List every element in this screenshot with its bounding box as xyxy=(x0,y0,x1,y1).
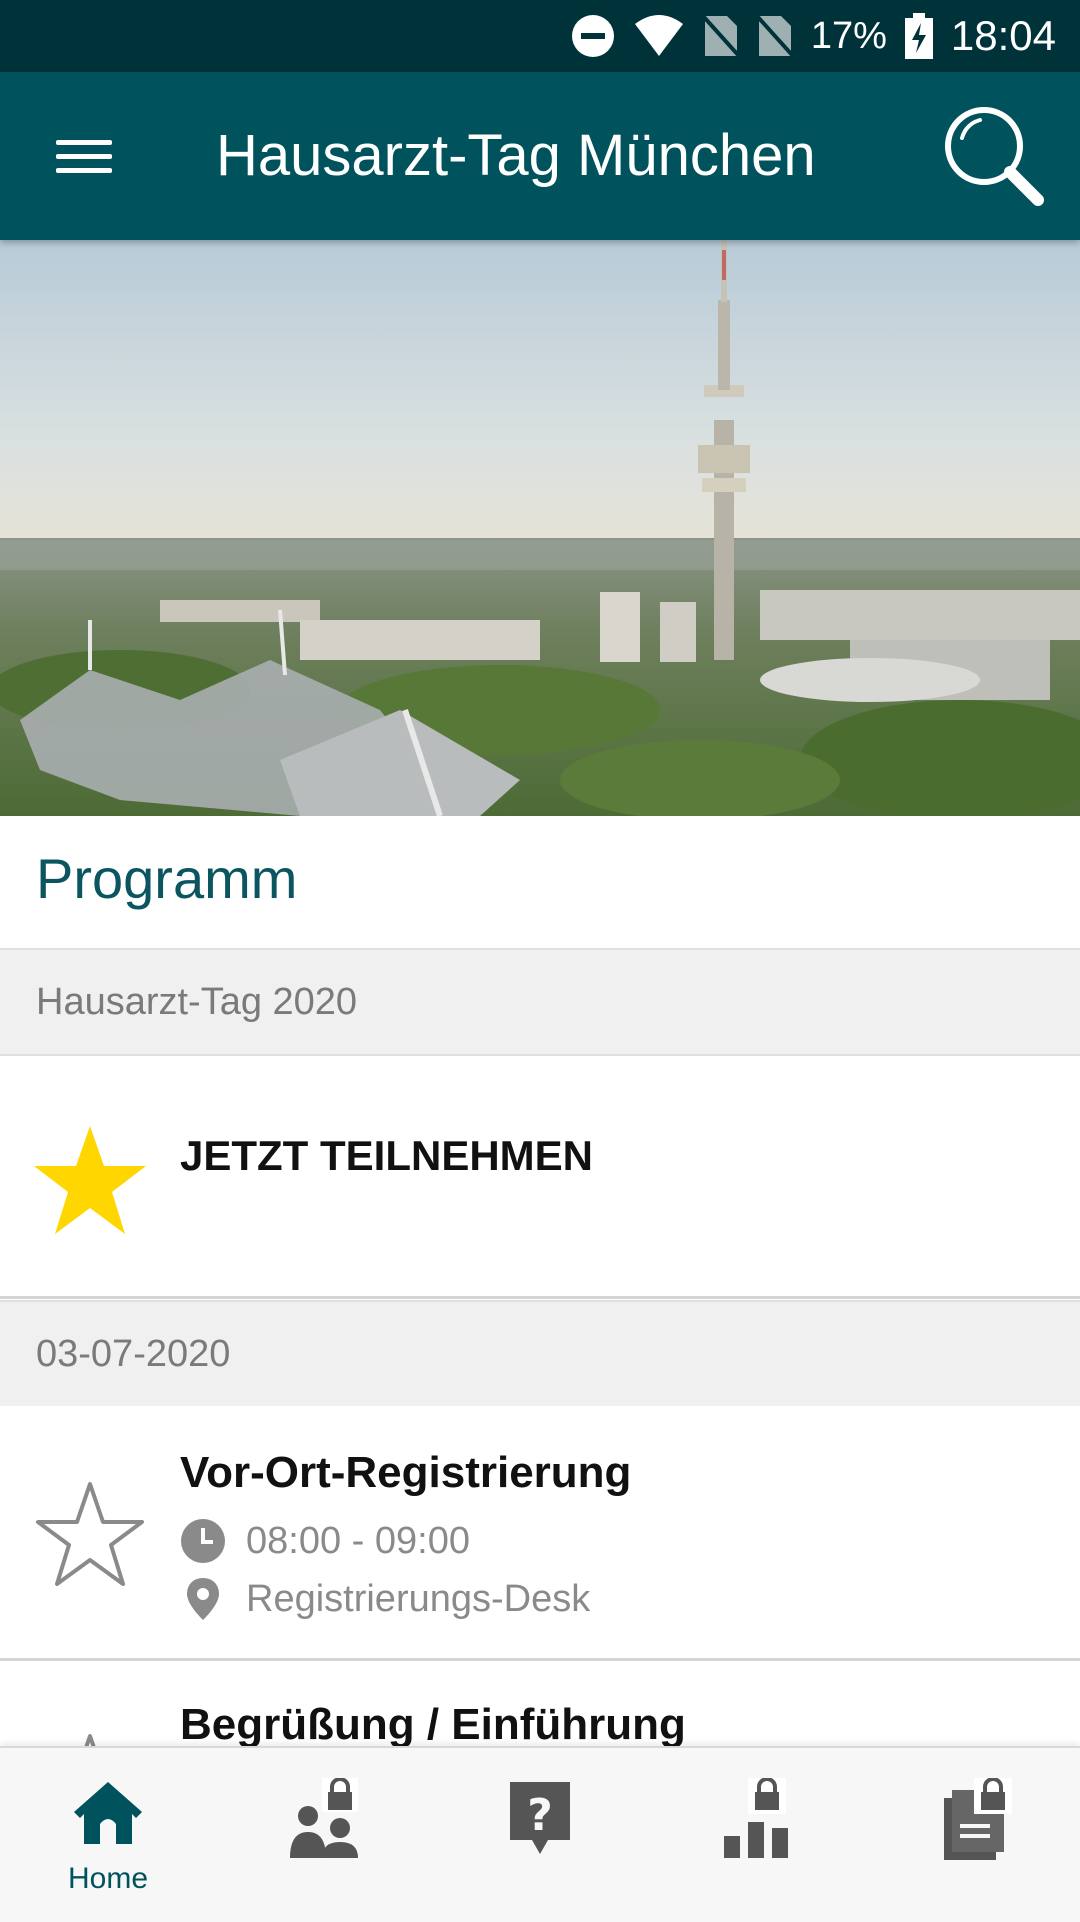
battery-charging-icon xyxy=(904,13,933,59)
no-sim-icon xyxy=(756,14,793,58)
battery-percentage: 17% xyxy=(810,14,887,57)
documents-locked-icon xyxy=(944,1778,1012,1860)
status-bar: 17% 18:04 xyxy=(0,0,1080,72)
clock: 18:04 xyxy=(950,12,1056,59)
program-item-title: Begrüßung / Einführung xyxy=(180,1700,686,1749)
sponsors-locked-icon xyxy=(724,1778,788,1858)
app-title: Hausarzt-Tag München xyxy=(216,123,816,188)
question-icon: ? xyxy=(510,1782,570,1854)
search-button[interactable] xyxy=(940,102,1050,212)
tab-faq[interactable]: ? xyxy=(432,1748,648,1922)
group-header-label: Hausarzt-Tag 2020 xyxy=(36,981,358,1023)
speakers-locked-icon xyxy=(290,1778,358,1858)
do-not-disturb-icon xyxy=(571,15,614,57)
clock-icon xyxy=(181,1519,225,1563)
program-item-location: Registrierungs-Desk xyxy=(180,1576,590,1622)
app-bar: Hausarzt-Tag München xyxy=(0,72,1080,240)
wifi-icon xyxy=(634,15,683,56)
program-item-title: Vor-Ort-Registrierung xyxy=(180,1448,632,1497)
no-sim-icon xyxy=(702,14,739,58)
group-header-label: 03-07-2020 xyxy=(36,1333,231,1375)
section-title-programm: Programm xyxy=(36,847,298,910)
program-item-vor-ort-registrierung[interactable]: Vor-Ort-Registrierung 08:00 - 09:00 Regi… xyxy=(0,1406,1080,1661)
program-item-location-text: Registrierungs-Desk xyxy=(246,1577,591,1620)
search-icon xyxy=(945,107,1044,206)
favorite-toggle[interactable] xyxy=(30,1122,150,1243)
location-pin-icon xyxy=(187,1578,219,1620)
program-item-time: 08:00 - 09:00 xyxy=(180,1518,470,1564)
tab-documents[interactable] xyxy=(864,1748,1080,1922)
star-outline-icon xyxy=(36,1482,144,1586)
program-item-time-text: 08:00 - 09:00 xyxy=(246,1519,470,1562)
group-header: 03-07-2020 xyxy=(0,1300,1080,1408)
tab-label: Home xyxy=(67,1862,149,1895)
tab-home[interactable]: Home xyxy=(0,1748,216,1922)
bottom-navigation: Home ? xyxy=(0,1746,1080,1922)
program-item-title: JETZT TEILNEHMEN xyxy=(180,1132,594,1179)
star-filled-icon xyxy=(34,1126,146,1234)
group-header: Hausarzt-Tag 2020 xyxy=(0,948,1080,1056)
tab-sponsors[interactable] xyxy=(648,1748,864,1922)
favorite-toggle[interactable] xyxy=(30,1476,150,1597)
menu-button[interactable] xyxy=(40,116,130,196)
home-icon xyxy=(74,1782,142,1844)
program-item-jetzt-teilnehmen[interactable]: JETZT TEILNEHMEN xyxy=(0,1056,1080,1299)
hero-image xyxy=(0,240,1080,816)
tab-speakers[interactable] xyxy=(216,1748,432,1922)
svg-text:?: ? xyxy=(527,1790,553,1841)
